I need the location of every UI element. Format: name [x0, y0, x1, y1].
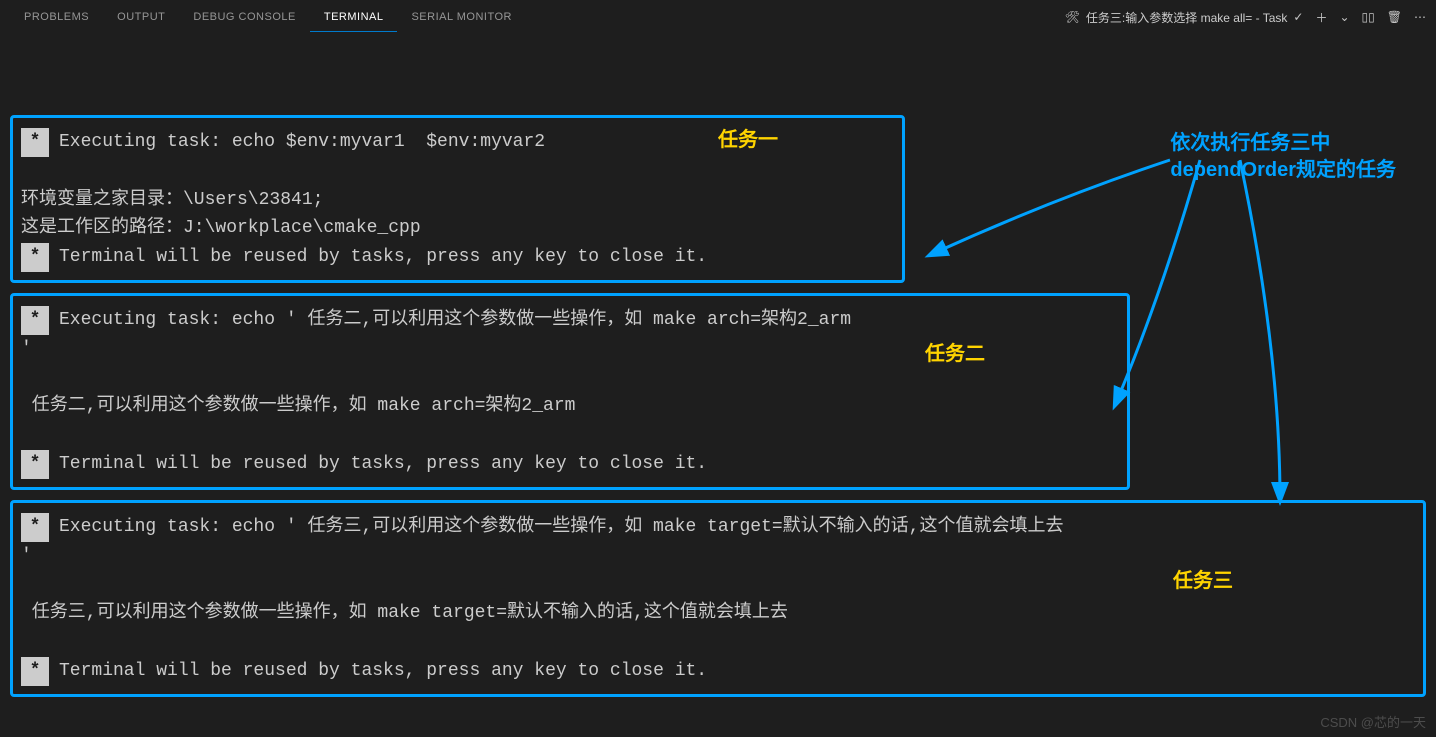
- annotation-line2: dependOrder规定的任务: [1170, 157, 1396, 184]
- asterisk-marker: *: [21, 450, 49, 479]
- task2-reuse-line: * Terminal will be reused by tasks, press…: [21, 450, 1119, 479]
- task2-box: 任务二 * Executing task: echo ' 任务二,可以利用这个参数…: [10, 293, 1130, 490]
- task1-output-line1: 环境变量之家目录：\Users\23841;: [21, 186, 894, 215]
- task2-reuse-text: Terminal will be reused by tasks, press …: [59, 454, 707, 474]
- task3-reuse-text: Terminal will be reused by tasks, press …: [59, 661, 707, 681]
- split-terminal-icon[interactable]: ▯▯: [1362, 10, 1375, 24]
- running-task-label: 任务三:输入参数选择 make all= - Task: [1086, 9, 1287, 26]
- tools-icon: 🛠: [1065, 10, 1080, 24]
- task3-reuse-line: * Terminal will be reused by tasks, press…: [21, 657, 1415, 686]
- task1-label: 任务一: [718, 124, 778, 156]
- tab-problems[interactable]: PROBLEMS: [10, 3, 103, 32]
- task1-reuse-line: * Terminal will be reused by tasks, press…: [21, 243, 894, 272]
- task3-box: 任务三 * Executing task: echo ' 任务三,可以利用这个参数…: [10, 500, 1426, 697]
- task1-output-line2: 这是工作区的路径：J:\workplace\cmake_cpp: [21, 214, 894, 243]
- tab-serial-monitor[interactable]: SERIAL MONITOR: [397, 3, 526, 32]
- chevron-down-icon[interactable]: ⌄: [1339, 10, 1349, 24]
- task2-exec-line: * Executing task: echo ' 任务二,可以利用这个参数做一些操…: [21, 306, 1119, 335]
- asterisk-marker: *: [21, 657, 49, 686]
- task1-exec-text: Executing task: echo $env:myvar1 $env:my…: [59, 132, 556, 152]
- task3-exec-line: * Executing task: echo ' 任务三,可以利用这个参数做一些操…: [21, 513, 1415, 542]
- new-terminal-icon[interactable]: ＋: [1315, 9, 1327, 26]
- watermark: CSDN @芯的一天: [1320, 712, 1426, 731]
- task3-exec-text: Executing task: echo ' 任务三,可以利用这个参数做一些操作…: [59, 517, 1063, 537]
- task2-exec-text: Executing task: echo ' 任务二,可以利用这个参数做一些操作…: [59, 310, 851, 330]
- asterisk-marker: *: [21, 128, 49, 157]
- task3-output-line: 任务三,可以利用这个参数做一些操作，如 make target=默认不输入的话,…: [21, 599, 1415, 628]
- tab-debug-console[interactable]: DEBUG CONSOLE: [179, 3, 309, 32]
- more-icon[interactable]: ⋯: [1414, 10, 1426, 24]
- panel-tab-bar: PROBLEMS OUTPUT DEBUG CONSOLE TERMINAL S…: [0, 0, 1436, 35]
- running-task-indicator[interactable]: 🛠 任务三:输入参数选择 make all= - Task ✓: [1065, 9, 1304, 26]
- panel-tabs: PROBLEMS OUTPUT DEBUG CONSOLE TERMINAL S…: [10, 3, 526, 32]
- task3-label: 任务三: [1173, 565, 1233, 597]
- task2-label: 任务二: [925, 338, 985, 370]
- tab-terminal[interactable]: TERMINAL: [310, 3, 398, 32]
- tab-output[interactable]: OUTPUT: [103, 3, 179, 32]
- asterisk-marker: *: [21, 513, 49, 542]
- trash-icon[interactable]: 🗑: [1387, 10, 1402, 24]
- annotation-line1: 依次执行任务三中: [1170, 130, 1396, 157]
- terminal-area[interactable]: 依次执行任务三中 dependOrder规定的任务 任务一 * Executing…: [0, 35, 1436, 697]
- check-icon: ✓: [1293, 10, 1303, 24]
- task2-output-line: 任务二,可以利用这个参数做一些操作，如 make arch=架构2_arm: [21, 392, 1119, 421]
- annotation-text: 依次执行任务三中 dependOrder规定的任务: [1170, 130, 1396, 184]
- task1-box: 任务一 * Executing task: echo $env:myvar1 $e…: [10, 115, 905, 283]
- asterisk-marker: *: [21, 243, 49, 272]
- terminal-right-controls: 🛠 任务三:输入参数选择 make all= - Task ✓ ＋ ⌄ ▯▯ 🗑…: [1065, 9, 1426, 26]
- task1-reuse-text: Terminal will be reused by tasks, press …: [59, 247, 707, 267]
- asterisk-marker: *: [21, 306, 49, 335]
